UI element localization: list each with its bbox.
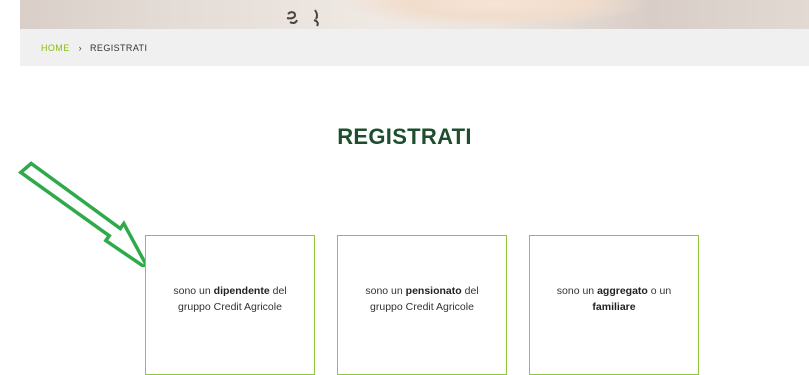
breadcrumb-current: REGISTRATI [90,42,148,53]
hero-highlight [345,0,645,26]
arrow-icon [17,161,150,267]
register-card-aggregato[interactable]: sono un aggregato o un familiare [529,235,699,375]
breadcrumb: HOME › REGISTRATI [20,29,809,66]
page-title: REGISTRATI [337,124,472,149]
card-text: sono un dipendente del gruppo Credit Agr… [173,285,287,313]
card-text: sono un pensionato del gruppo Credit Agr… [365,285,479,313]
register-card-dipendente[interactable]: sono un dipendente del gruppo Credit Agr… [145,235,315,375]
breadcrumb-separator-icon: › [78,42,83,53]
card-text: sono un aggregato o un familiare [556,285,672,313]
hero-banner [20,0,809,29]
register-card-pensionato[interactable]: sono un pensionato del gruppo Credit Agr… [337,235,507,375]
hero-decoration-icon [286,9,319,27]
breadcrumb-home-link[interactable]: HOME [41,43,70,53]
